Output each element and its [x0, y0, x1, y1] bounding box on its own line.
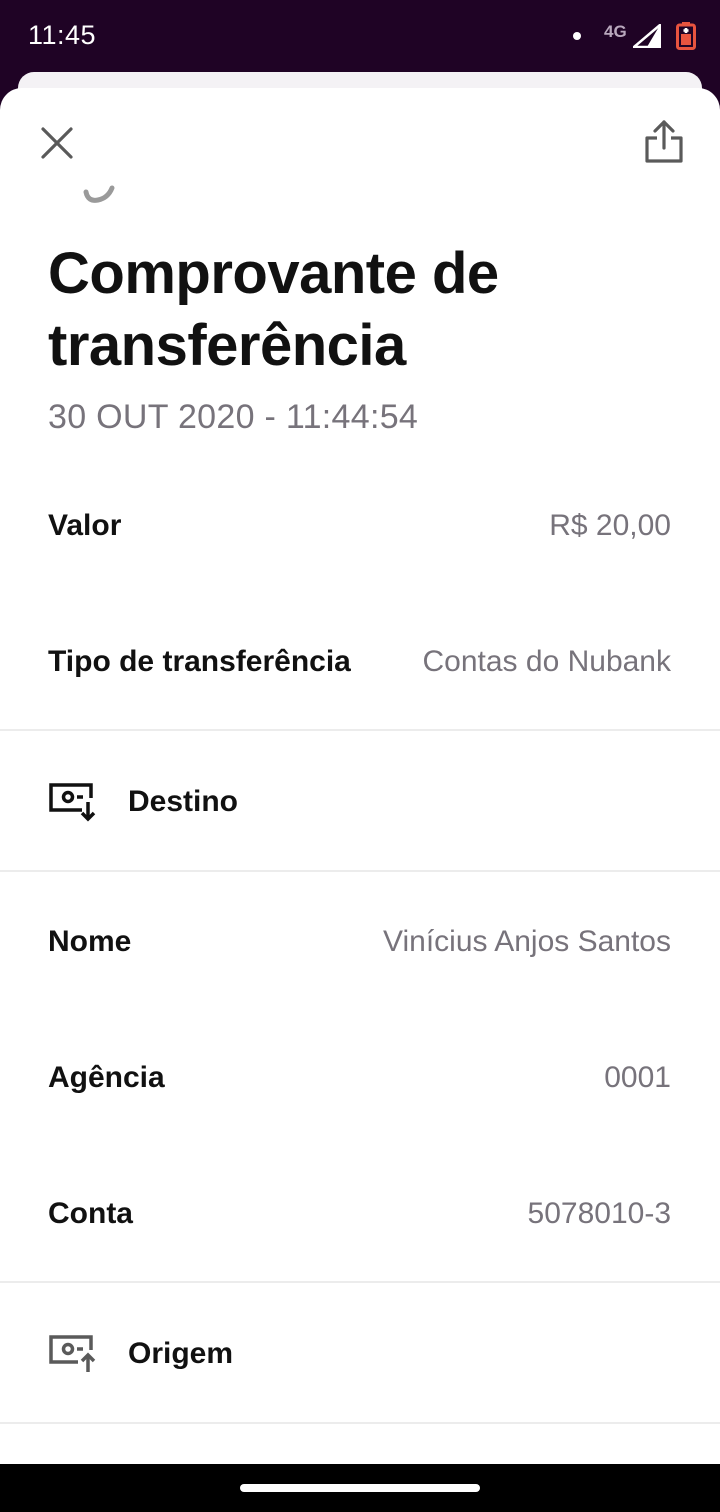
section-origem: Origem: [0, 1324, 720, 1384]
account-incoming-icon: [49, 783, 96, 822]
divider: [0, 1422, 720, 1424]
detail-row-tipo: Tipo de transferência Contas do Nubank: [0, 632, 720, 692]
account-outgoing-icon: [49, 1335, 96, 1372]
detail-value: 0001: [604, 1061, 671, 1094]
page-title: Comprovante de transferência: [48, 241, 499, 378]
battery-icon: [676, 22, 696, 50]
network-type: 4G: [604, 22, 627, 41]
notification-dot-icon: [573, 32, 581, 40]
detail-row-conta: Conta 5078010-3: [0, 1184, 720, 1244]
scrolled-content-fragment: [48, 178, 168, 206]
divider: [0, 1281, 720, 1283]
detail-label: Agência: [48, 1061, 165, 1094]
receipt-sheet[interactable]: Comprovante de transferência 30 OUT 2020…: [0, 88, 720, 1464]
detail-label: Nome: [48, 925, 132, 958]
section-destino: Destino: [0, 772, 720, 832]
section-label: Origem: [128, 1337, 234, 1370]
status-time: 11:45: [28, 20, 97, 50]
detail-row-nome: Nome Vinícius Anjos Santos: [0, 912, 720, 972]
detail-label: Tipo de transferência: [48, 645, 351, 678]
home-indicator[interactable]: [240, 1484, 480, 1492]
share-icon: [645, 120, 683, 163]
detail-row-agencia: Agência 0001: [0, 1048, 720, 1108]
detail-value: R$ 20,00: [549, 509, 671, 542]
status-bar: 11:45 4G: [0, 0, 720, 74]
transfer-datetime: 30 OUT 2020 - 11:44:54: [48, 398, 419, 436]
navigation-bar: [0, 1464, 720, 1512]
detail-label: Conta: [48, 1197, 133, 1230]
detail-value: Contas do Nubank: [422, 645, 672, 678]
divider: [0, 870, 720, 872]
section-label: Destino: [128, 785, 239, 818]
detail-value: 5078010-3: [527, 1197, 671, 1230]
divider: [0, 729, 720, 731]
close-button[interactable]: [34, 120, 80, 166]
detail-row-valor: Valor R$ 20,00: [0, 496, 720, 556]
detail-value: Vinícius Anjos Santos: [383, 925, 671, 958]
share-button[interactable]: [638, 116, 690, 168]
detail-label: Valor: [48, 509, 122, 542]
close-icon: [41, 127, 73, 159]
signal-icon: [633, 24, 661, 48]
